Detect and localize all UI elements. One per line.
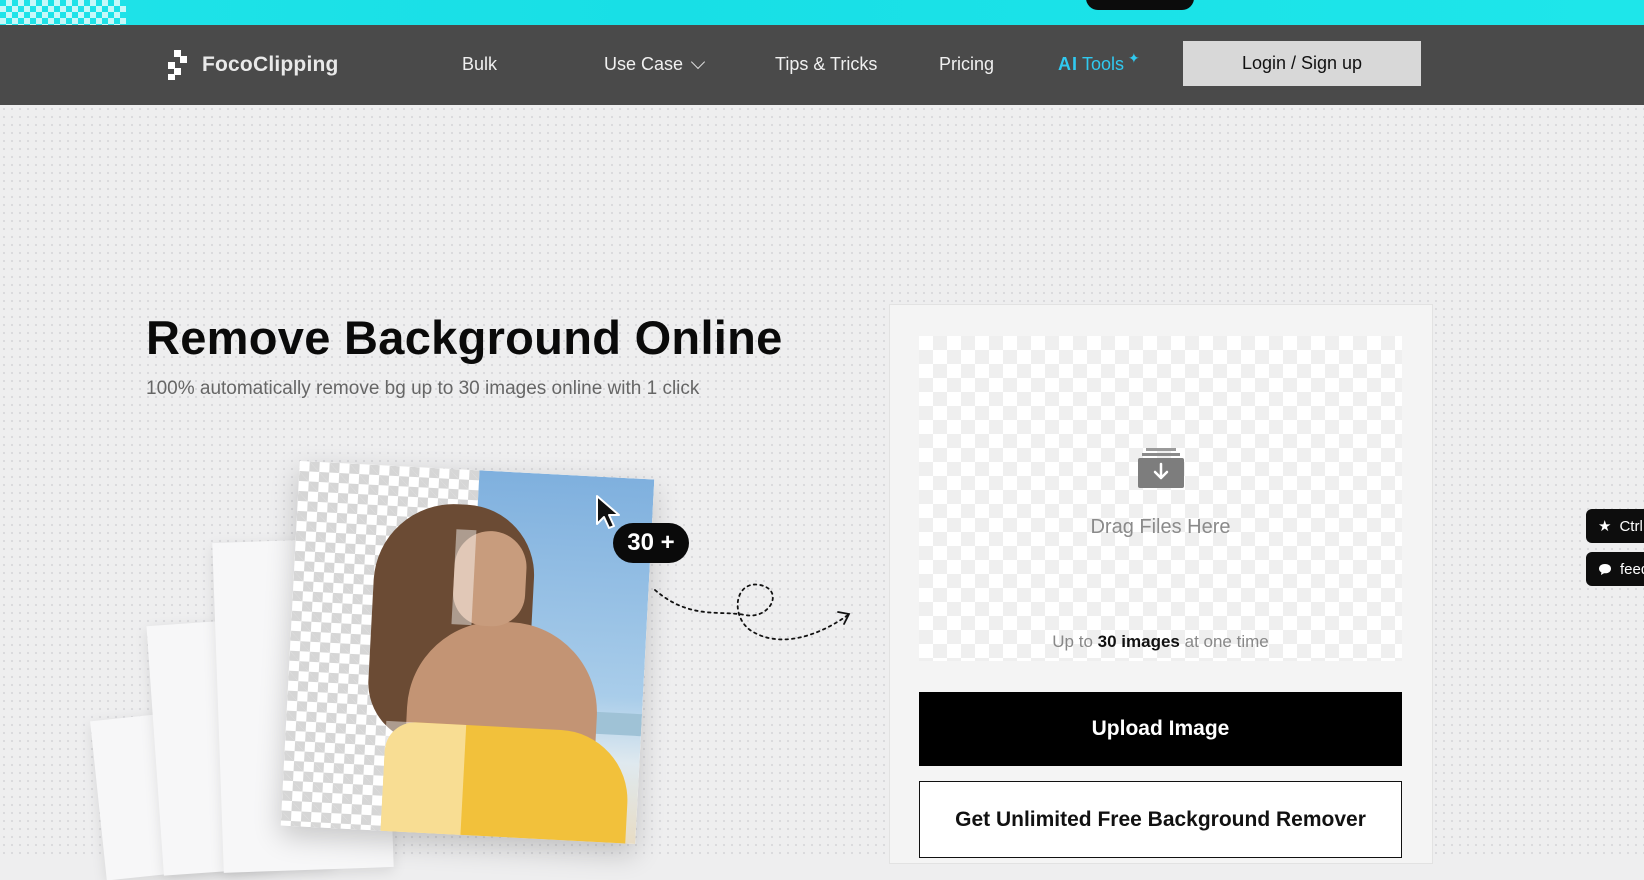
faded-half-overlay [380,720,467,845]
bookmark-tab[interactable]: ★ Ctrl [1586,509,1644,543]
hero-illustration: 30 + [90,460,890,880]
limit-prefix: Up to [1052,632,1093,651]
upload-folder-icon [1138,448,1184,488]
image-count-badge: 30 + [613,523,689,563]
nav-link-label: Use Case [604,54,684,74]
nav-link-label: Bulk [462,54,498,74]
upload-panel: Drag Files Here Up to 30 images at one t… [889,304,1433,864]
promo-checker-decoration [0,0,126,25]
tools-label: Tools [1082,54,1125,74]
promo-banner[interactable] [0,0,1644,25]
promo-pill-button[interactable] [1086,0,1194,10]
chat-bubble-icon [1599,563,1611,575]
page-title: Remove Background Online [146,311,783,364]
page-subtitle: 100% automatically remove bg up to 30 im… [146,378,700,399]
limit-suffix: at one time [1184,632,1269,651]
chevron-down-icon [690,54,706,69]
ai-label: AI [1058,54,1078,74]
bookmark-tab-label: Ctrl [1619,517,1643,535]
brand-logo[interactable]: FocoClipping [168,49,339,81]
nav-link-use-case[interactable]: Use Case [604,54,706,75]
nav-link-bulk[interactable]: Bulk [462,54,497,75]
nav-link-pricing[interactable]: Pricing [939,54,994,75]
nav-link-label: Tips & Tricks [775,54,878,74]
dotted-arrow-icon [654,583,851,641]
feedback-tab-label: feed [1620,560,1644,578]
nav-link-tips-tricks[interactable]: Tips & Tricks [775,54,877,75]
feedback-tab[interactable]: feed [1586,552,1644,586]
login-signup-button[interactable]: Login / Sign up [1183,41,1421,86]
star-icon: ★ [1598,518,1612,535]
limit-count: 30 images [1097,632,1180,651]
logo-icon [168,50,190,80]
drag-files-label: Drag Files Here [1090,516,1231,538]
get-unlimited-button[interactable]: Get Unlimited Free Background Remover [919,781,1402,858]
sparkle-icon: ✦ [1128,50,1140,66]
upload-limit-text: Up to 30 images at one time [919,632,1402,652]
file-drop-zone[interactable]: Drag Files Here Up to 30 images at one t… [919,336,1402,661]
top-navigation: FocoClipping Bulk Use Case Tips & Tricks… [0,25,1644,105]
nav-link-label: Pricing [939,54,995,74]
nav-link-ai-tools[interactable]: AI Tools ✦ [1058,50,1140,75]
upload-image-button[interactable]: Upload Image [919,692,1402,766]
brand-name: FocoClipping [202,53,339,76]
